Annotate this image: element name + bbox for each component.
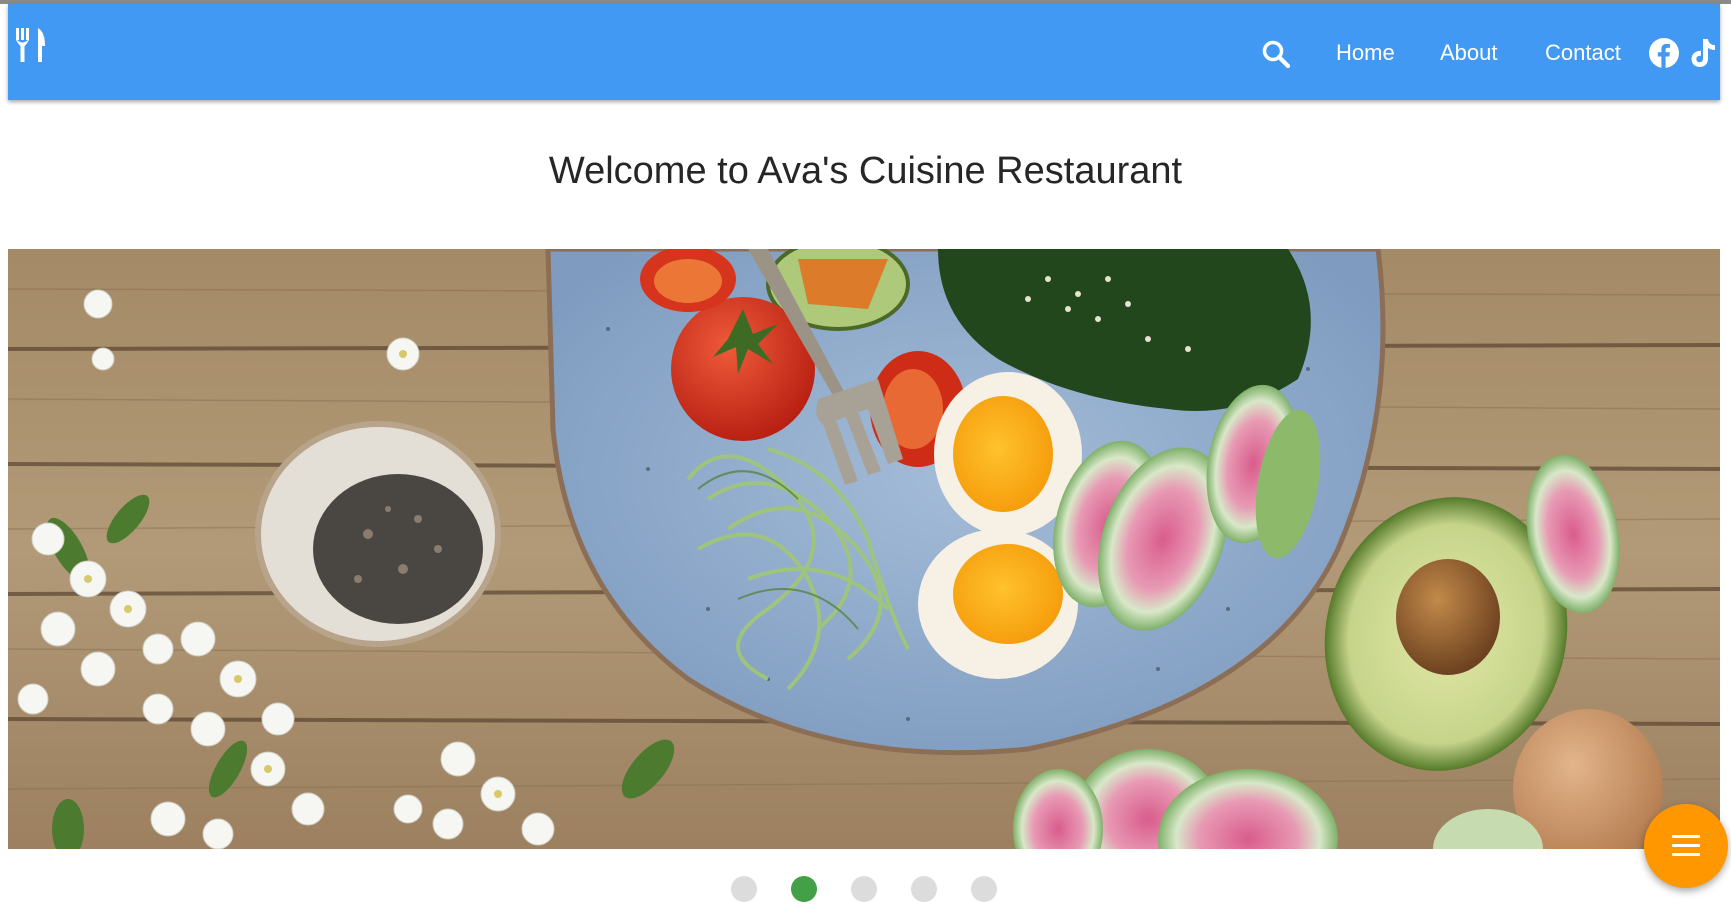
tiktok-icon[interactable] bbox=[1688, 37, 1718, 69]
carousel-dot-5[interactable] bbox=[971, 876, 997, 902]
carousel-dot-1[interactable] bbox=[731, 876, 757, 902]
salad-bowl-photo bbox=[8, 249, 1720, 849]
menu-icon bbox=[1672, 835, 1700, 857]
nav-link-home[interactable]: Home bbox=[1336, 40, 1395, 66]
top-navbar: Home About Contact bbox=[8, 4, 1720, 100]
nav-link-contact[interactable]: Contact bbox=[1545, 40, 1621, 66]
carousel-indicators bbox=[0, 876, 1731, 902]
carousel-dot-2[interactable] bbox=[791, 876, 817, 902]
search-icon[interactable] bbox=[1260, 38, 1292, 70]
carousel-dot-3[interactable] bbox=[851, 876, 877, 902]
nav-link-about[interactable]: About bbox=[1440, 40, 1498, 66]
page-title: Welcome to Ava's Cuisine Restaurant bbox=[548, 150, 1183, 192]
fork-knife-icon[interactable] bbox=[12, 24, 50, 64]
facebook-icon[interactable] bbox=[1648, 37, 1680, 69]
carousel-dot-4[interactable] bbox=[911, 876, 937, 902]
hero-carousel-image[interactable] bbox=[8, 249, 1720, 849]
menu-fab-button[interactable] bbox=[1644, 804, 1728, 888]
